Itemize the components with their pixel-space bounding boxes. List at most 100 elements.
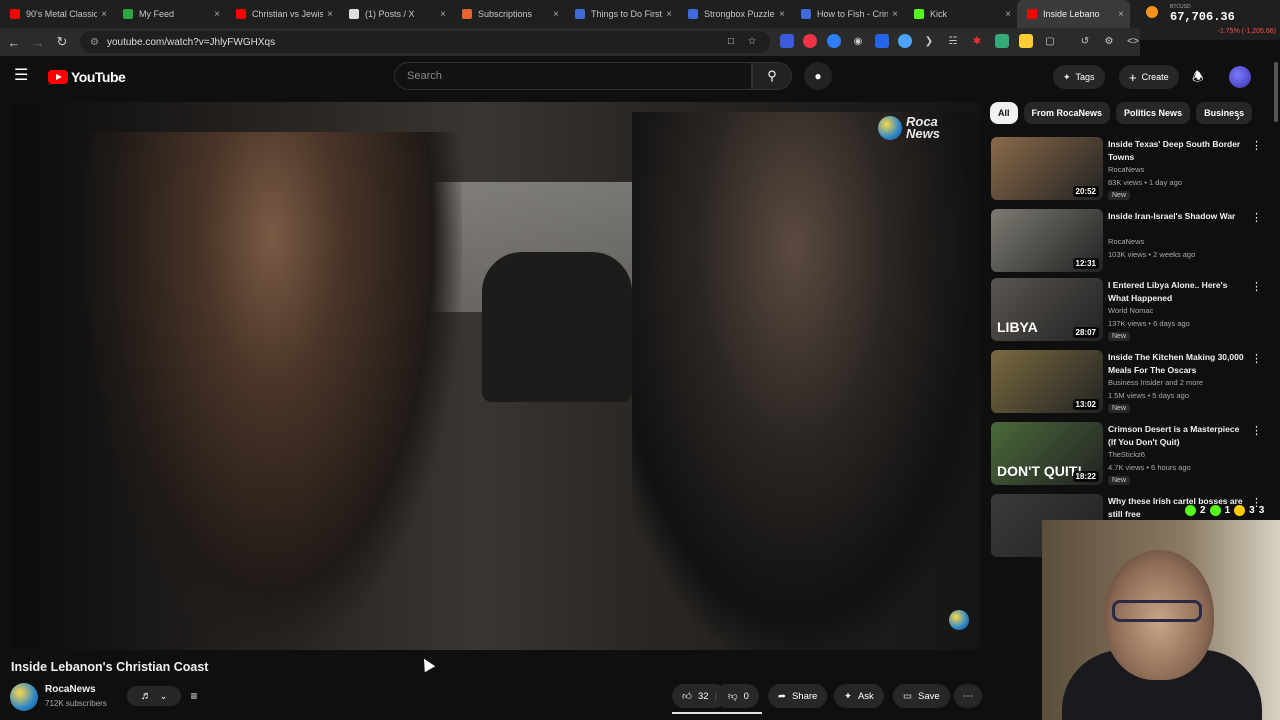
close-tab-icon[interactable]: × xyxy=(1118,9,1124,20)
share-button[interactable]: ➦ Share xyxy=(768,684,828,708)
channel-name[interactable]: RocaNews xyxy=(45,684,96,695)
save-button[interactable]: ▭ Save xyxy=(893,684,950,708)
channel-avatar[interactable] xyxy=(10,683,38,711)
ask-button[interactable]: ✦ Ask xyxy=(834,684,884,708)
more-actions-button[interactable]: ⋯ xyxy=(954,684,982,708)
browser-tab[interactable]: My Feed × xyxy=(113,0,226,28)
browser-tab[interactable]: Things to Do First × xyxy=(565,0,678,28)
back-icon[interactable]: ← xyxy=(2,30,26,54)
chevron-right-icon[interactable]: › xyxy=(1236,110,1240,124)
tags-button[interactable]: ✦ Tags xyxy=(1053,65,1105,89)
more-vertical-icon[interactable]: ⋮ xyxy=(1251,139,1262,152)
channel-name[interactable]: World Nomac xyxy=(1108,306,1153,315)
video-thumbnail[interactable]: LIBYA 28:07 xyxy=(991,278,1103,341)
browser-tab[interactable]: 90's Metal Classics × xyxy=(0,0,113,28)
voice-search-button[interactable]: ● xyxy=(804,62,832,90)
branding-watermark-icon[interactable] xyxy=(949,610,969,630)
video-title[interactable]: Inside The Kitchen Making 30,000 Meals F… xyxy=(1108,351,1248,377)
more-vertical-icon[interactable]: ⋮ xyxy=(1251,352,1262,365)
notifications-bell-icon[interactable]: 🕭 xyxy=(1192,68,1204,90)
more-vertical-icon[interactable]: ⋮ xyxy=(1251,211,1262,224)
extension-icon[interactable] xyxy=(875,34,889,48)
close-tab-icon[interactable]: × xyxy=(892,9,898,20)
recommended-video[interactable]: 13:02 Inside The Kitchen Making 30,000 Me… xyxy=(991,350,1262,414)
close-tab-icon[interactable]: × xyxy=(553,9,559,20)
close-tab-icon[interactable]: × xyxy=(214,9,220,20)
close-tab-icon[interactable]: × xyxy=(327,9,333,20)
dislike-button[interactable]: 👎︎ 0 xyxy=(722,684,759,708)
video-thumbnail[interactable]: DON'T QUIT! 18:22 xyxy=(991,422,1103,485)
history-icon[interactable]: ↺ xyxy=(1078,34,1092,48)
recommended-video[interactable]: 20:52 Inside Texas' Deep South Border Tow… xyxy=(991,137,1262,201)
bookmark-star-icon[interactable]: ☆ xyxy=(745,34,759,48)
video-thumbnail[interactable]: 20:52 xyxy=(991,137,1103,200)
forward-icon[interactable]: → xyxy=(26,30,50,54)
settings-gear-icon[interactable]: ⚙ xyxy=(1102,34,1116,48)
extensions-puzzle-icon[interactable]: ▢ xyxy=(1043,34,1057,48)
filter-chip[interactable]: All xyxy=(990,102,1018,124)
filter-chip[interactable]: From RocaNews xyxy=(1023,102,1111,124)
extension-icon[interactable] xyxy=(803,34,817,48)
channel-watermark[interactable]: Roca News xyxy=(878,115,956,140)
video-title[interactable]: Inside Texas' Deep South Border Towns xyxy=(1108,138,1248,164)
extension-icon[interactable] xyxy=(827,34,841,48)
extension-icon[interactable] xyxy=(898,34,912,48)
browser-tab[interactable]: Kick × xyxy=(904,0,1017,28)
video-title[interactable]: Inside Iran-Israel's Shadow War xyxy=(1108,210,1248,223)
tab-favicon-icon xyxy=(914,9,924,19)
search-input[interactable]: Search xyxy=(394,62,752,90)
add-to-queue-icon[interactable]: ≡ xyxy=(184,686,204,706)
account-avatar[interactable] xyxy=(1229,66,1251,88)
extension-icon[interactable] xyxy=(995,34,1009,48)
extension-icon[interactable]: ✱ xyxy=(970,34,984,48)
subscribed-notifications-button[interactable]: ♬ ⌄ xyxy=(127,686,181,706)
hamburger-menu-icon[interactable]: ☰ xyxy=(14,68,34,84)
recommended-video[interactable]: LIBYA 28:07 I Entered Libya Alone.. Here's… xyxy=(991,278,1262,342)
create-button[interactable]: + Create xyxy=(1119,65,1179,89)
filter-chip[interactable]: Business xyxy=(1196,102,1252,124)
browser-tab[interactable]: (1) Posts / X × xyxy=(339,0,452,28)
video-player[interactable]: Roca News xyxy=(12,102,980,650)
browser-tab[interactable]: Subscriptions × xyxy=(452,0,565,28)
search-button[interactable]: ⚲ xyxy=(752,62,792,90)
ticker-change: -1.75% (-1,205.66) xyxy=(1217,28,1276,35)
extension-icon[interactable] xyxy=(780,34,794,48)
extension-icon[interactable] xyxy=(1019,34,1033,48)
filter-chip[interactable]: Politics News xyxy=(1116,102,1191,124)
close-tab-icon[interactable]: × xyxy=(666,9,672,20)
site-info-icon[interactable]: ⚙ xyxy=(90,37,99,48)
extension-icon[interactable]: ◉ xyxy=(851,34,865,48)
video-thumbnail[interactable]: 13:02 xyxy=(991,350,1103,413)
video-title[interactable]: I Entered Libya Alone.. Here's What Happ… xyxy=(1108,279,1248,305)
close-tab-icon[interactable]: × xyxy=(440,9,446,20)
recommended-video[interactable]: 12:31 Inside Iran-Israel's Shadow War Roca… xyxy=(991,209,1262,273)
reload-icon[interactable]: ↻ xyxy=(50,30,74,54)
emote-icon xyxy=(1209,505,1221,516)
recommended-video[interactable]: DON'T QUIT! 18:22 Crimson Desert is a Mast… xyxy=(991,422,1262,486)
page-scrollbar[interactable] xyxy=(1272,62,1280,712)
channel-name[interactable]: RocaNews xyxy=(1108,165,1144,174)
browser-tab[interactable]: Christian vs Jewish × xyxy=(226,0,339,28)
devtools-icon[interactable]: <> xyxy=(1126,34,1140,48)
close-tab-icon[interactable]: × xyxy=(1005,9,1011,20)
close-tab-icon[interactable]: × xyxy=(101,9,107,20)
browser-tab[interactable]: Inside Lebano × xyxy=(1017,0,1130,28)
video-thumbnail[interactable]: 12:31 xyxy=(991,209,1103,272)
like-button[interactable]: 👍︎ 32 | xyxy=(672,684,727,708)
install-icon[interactable]: □ xyxy=(724,34,738,48)
channel-name[interactable]: RocaNews xyxy=(1108,237,1144,246)
extension-icon[interactable]: ☵ xyxy=(946,34,960,48)
emote-count: 2 xyxy=(1200,505,1206,516)
scrollbar-thumb[interactable] xyxy=(1274,62,1278,122)
extension-icon[interactable]: ❯ xyxy=(922,34,936,48)
video-title[interactable]: Crimson Desert is a Masterpiece (If You … xyxy=(1108,423,1248,449)
close-tab-icon[interactable]: × xyxy=(779,9,785,20)
channel-name[interactable]: TheStickz6 xyxy=(1108,450,1145,459)
more-vertical-icon[interactable]: ⋮ xyxy=(1251,280,1262,293)
browser-tab[interactable]: How to Fish - Crin × xyxy=(791,0,904,28)
browser-tab[interactable]: Strongbox Puzzle × xyxy=(678,0,791,28)
youtube-logo[interactable]: YouTube xyxy=(48,69,126,85)
more-vertical-icon[interactable]: ⋮ xyxy=(1251,424,1262,437)
url-field[interactable]: ⚙ youtube.com/watch?v=JhlyFWGHXqs xyxy=(80,31,770,53)
channel-name[interactable]: Business Insider and 2 more xyxy=(1108,378,1203,387)
